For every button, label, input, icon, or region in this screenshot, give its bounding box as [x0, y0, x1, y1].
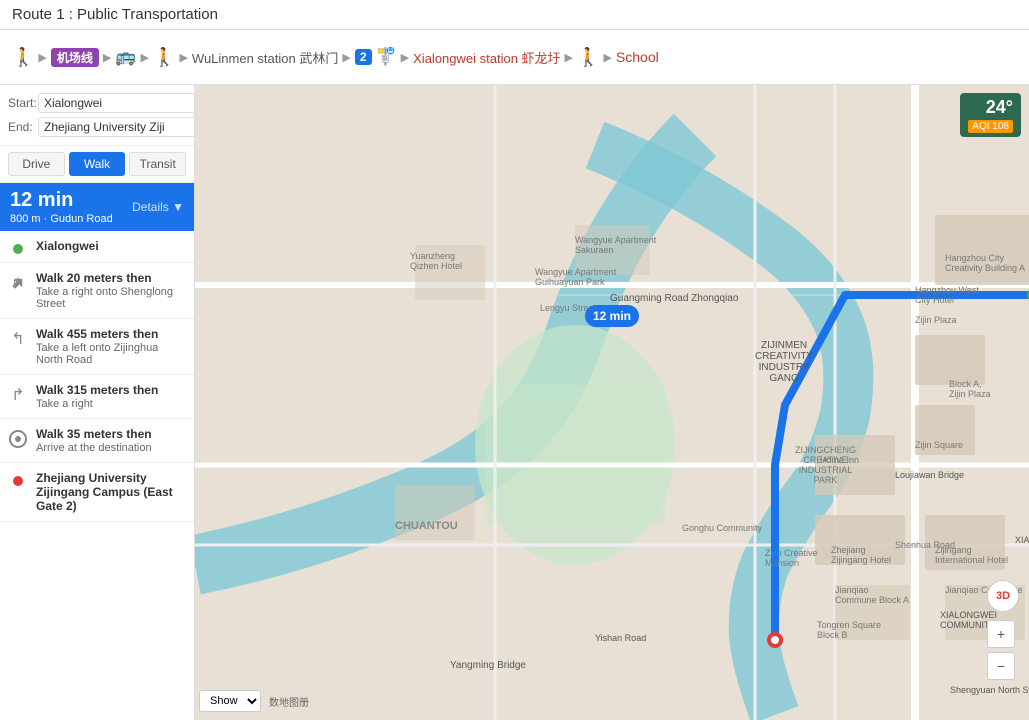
hotel-label-homeinn: Home Inn: [820, 455, 859, 465]
summary-bar: 12 min 800 m · Gudun Road Details ▼: [0, 183, 194, 231]
road-label-shenhua: Shenhua Road: [895, 540, 955, 550]
transit-button[interactable]: Transit: [129, 152, 186, 176]
page-title: Route 1 : Public Transportation: [12, 6, 218, 23]
bus-number-badge: 2: [355, 49, 372, 65]
district-label-zijingcheng: ZIJINGCHENGCREATIVEINDUSTRIALPARK: [795, 445, 856, 485]
start-label: Start:: [8, 96, 38, 110]
weather-temp: 24°: [968, 97, 1013, 118]
bridge-label-yangming: Yangming Bridge: [450, 660, 526, 671]
label-zijin-creative: Zijin CreativeMansion: [765, 548, 818, 568]
svg-text:↱: ↱: [11, 275, 23, 291]
square-label-zijin: Zijin Square: [915, 440, 963, 450]
end-input[interactable]: [38, 117, 195, 137]
label-block-a: Block A,Zijin Plaza: [949, 379, 991, 399]
step-2-title: Walk 455 meters then: [36, 327, 184, 341]
step-3-desc: Take a right: [36, 398, 184, 410]
step-1: ↱ Walk 20 meters then Take a right onto …: [0, 263, 194, 319]
arrow-7: ▶: [565, 51, 573, 64]
hotel-label-hangzhou-west: Hangzhou WestCity Hotel: [915, 285, 979, 305]
community-label-xialongweicun: XIALONGWEICUN: [1015, 535, 1029, 545]
district-label-zijinmen: ZIJINMENCREATIVITYINDUSTRYGANG: [755, 340, 813, 384]
end-label: End:: [8, 120, 38, 134]
walk-button[interactable]: Walk: [69, 152, 126, 176]
turn-right-icon-1: ↱: [8, 273, 28, 293]
bus-stop-icon: 🚏: [376, 47, 397, 67]
hotel-label-zhejiang: ZhejiangZijingang Hotel: [831, 545, 891, 565]
road-label-yishan: Yishan Road: [595, 633, 646, 643]
map-bottom-bar: Show 数地图册: [199, 690, 309, 712]
walk-icon-1: 🚶: [12, 47, 34, 68]
step-4-title: Walk 35 meters then: [36, 427, 184, 441]
road-label-guangming: Guangming Road Zhongqiao: [610, 293, 738, 304]
weather-badge: 24° AQI 108: [960, 93, 1021, 137]
search-area: Start: ✕ ⇅ End: ℹ: [0, 85, 194, 146]
park-label: Wangyue ApartmentGuihuayuan Park: [535, 267, 616, 287]
step-2-desc: Take a left onto Zijinghua North Road: [36, 342, 184, 366]
weather-aqi: AQI 108: [968, 120, 1013, 133]
origin-dot: [13, 244, 23, 254]
turn-right-icon-2: ↱: [8, 385, 28, 405]
arrow-2: ▶: [103, 51, 111, 64]
step-5-title: Zhejiang University Zijingang Campus (Ea…: [36, 471, 184, 513]
plaza-label-zijin: Zijin Plaza: [915, 315, 957, 325]
3d-button[interactable]: 3D: [987, 580, 1019, 612]
road-label-shengyuan: Shengyuan North Street: [950, 685, 1029, 695]
destination-dot: [13, 476, 23, 486]
label-jianqiao: JianqiaoCommune Block A: [835, 585, 909, 605]
mode-buttons: Drive Walk Transit: [0, 146, 194, 183]
summary-distance: 800 m · Gudun Road: [10, 213, 113, 225]
map-svg: [195, 85, 1029, 720]
walk-icon-3: 🚶: [577, 47, 599, 68]
zoom-in-button[interactable]: +: [987, 620, 1015, 648]
walk-icon-2: 🚶: [153, 47, 175, 68]
apt-label-wangyue: Wangyue ApartmentSakuraen: [575, 235, 656, 255]
show-select[interactable]: Show: [199, 690, 261, 712]
step-3: ↱ Walk 315 meters then Take a right: [0, 375, 194, 419]
destination-label: School: [616, 49, 659, 65]
arrow-5: ▶: [342, 51, 350, 64]
header: Route 1 : Public Transportation: [0, 0, 1029, 30]
sidebar: Start: ✕ ⇅ End: ℹ Drive Walk Transit 12 …: [0, 85, 195, 720]
map-controls: 3D + −: [987, 580, 1019, 680]
step-0-title: Xialongwei: [36, 239, 184, 253]
bus-icon: 🚌: [115, 47, 136, 67]
step-4-desc: Arrive at the destination: [36, 442, 184, 454]
map-credit: 数地图册: [269, 694, 309, 709]
hotel-label-yuanzheng: YuanzhengQizhen Hotel: [410, 251, 462, 271]
arrow-8: ▶: [603, 51, 611, 64]
step-2: ↰ Walk 455 meters then Take a left onto …: [0, 319, 194, 375]
arrow-6: ▶: [401, 51, 409, 64]
summary-time: 12 min: [10, 189, 113, 212]
step-1-title: Walk 20 meters then: [36, 271, 184, 285]
arrow-3: ▶: [141, 51, 149, 64]
route-bar: 🚶 ▶ 机场线 ▶ 🚌 ▶ 🚶 ▶ WuLinmen station 武林门 ▶…: [0, 30, 1029, 85]
steps-list: Xialongwei ↱ Walk 20 meters then Take a …: [0, 231, 194, 720]
label-tongren: Tongren SquareBlock B: [817, 620, 881, 640]
label-gonghu: Gonghu Community: [682, 523, 762, 533]
step-4: Walk 35 meters then Arrive at the destin…: [0, 419, 194, 463]
step-destination: Zhejiang University Zijingang Campus (Ea…: [0, 463, 194, 522]
time-badge: 12 min: [585, 305, 639, 327]
station-2: Xialongwei station 虾龙圩: [413, 48, 560, 67]
zoom-out-button[interactable]: −: [987, 652, 1015, 680]
map-area[interactable]: 12 min 24° AQI 108 Yangming Bridge Louji…: [195, 85, 1029, 720]
area-label-chuantou: CHUANTOU: [395, 520, 458, 532]
metro-badge: 机场线: [51, 48, 99, 67]
turn-left-icon: ↰: [8, 329, 28, 349]
main-container: Start: ✕ ⇅ End: ℹ Drive Walk Transit 12 …: [0, 85, 1029, 720]
step-1-desc: Take a right onto Shenglong Street: [36, 286, 184, 310]
step-3-title: Walk 315 meters then: [36, 383, 184, 397]
arrow-4: ▶: [179, 51, 187, 64]
drive-button[interactable]: Drive: [8, 152, 65, 176]
building-label-hangzhou-city: Hangzhou CityCreativity Building A: [945, 253, 1025, 273]
station-1: WuLinmen station 武林门: [192, 48, 338, 67]
arrive-icon: [8, 429, 28, 449]
start-input[interactable]: [38, 93, 195, 113]
arrow-1: ▶: [38, 51, 46, 64]
step-origin: Xialongwei: [0, 231, 194, 263]
details-link[interactable]: Details ▼: [132, 200, 184, 214]
bridge-label-loujiawan: Loujiawan Bridge: [895, 470, 964, 480]
